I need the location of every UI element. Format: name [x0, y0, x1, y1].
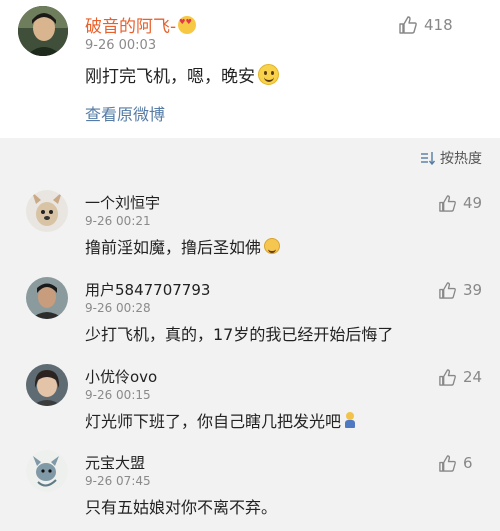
comment-like-count: 6	[463, 454, 473, 472]
comment-like-button[interactable]: 39	[438, 280, 482, 300]
weibo-comment-screen: 破音的阿飞- 9-26 00:03 418 刚打完飞机，嗯，晚安 查看原微博 按…	[0, 0, 500, 531]
commenter-name[interactable]: 元宝大盟	[85, 452, 145, 473]
post-like-count: 418	[424, 16, 453, 34]
thumbs-up-icon	[439, 194, 456, 212]
comment-text: 灯光师下班了，你自己瞎几把发光吧	[85, 408, 356, 432]
comment-like-button[interactable]: 24	[438, 367, 482, 387]
post-time: 9-26 00:03	[85, 38, 157, 53]
commenter-name[interactable]: 用户5847707793	[85, 279, 210, 300]
commenter-avatar[interactable]	[26, 364, 68, 406]
commenter-avatar[interactable]	[26, 450, 68, 492]
comment-like-count: 24	[463, 368, 483, 386]
comment-text: 只有五姑娘对你不离不弃。	[85, 494, 277, 518]
sort-icon	[421, 152, 436, 165]
thumbs-up-icon	[439, 368, 456, 386]
comment-like-count: 39	[463, 281, 483, 299]
post-like-button[interactable]: 418	[398, 14, 453, 36]
thumbs-up-icon	[439, 281, 456, 299]
comment-time: 9-26 00:21	[85, 214, 151, 228]
post-author-text: 破音的阿飞-	[85, 17, 177, 37]
grin-emoji-icon	[264, 238, 281, 254]
original-post: 破音的阿飞- 9-26 00:03 418 刚打完飞机，嗯，晚安 查看原微博	[0, 0, 500, 138]
view-original-link[interactable]: 查看原微博	[85, 101, 165, 125]
person-emoji-icon	[344, 412, 356, 428]
commenter-avatar[interactable]	[26, 190, 68, 232]
smile-emoji-icon	[258, 64, 279, 85]
comment-text: 撸前淫如魔，撸后圣如佛	[85, 234, 281, 258]
post-text-content: 刚打完飞机，嗯，晚安	[85, 67, 255, 87]
post-text: 刚打完飞机，嗯，晚安	[85, 62, 279, 87]
sort-by-hot-button[interactable]: 按热度	[420, 148, 482, 168]
post-author-name[interactable]: 破音的阿飞-	[85, 12, 197, 37]
post-author-avatar[interactable]	[18, 6, 68, 56]
commenter-name[interactable]: 小优伶ovo	[85, 366, 157, 387]
comment-text-content: 只有五姑娘对你不离不弃。	[85, 498, 278, 517]
comment-text: 少打飞机，真的，17岁的我已经开始后悔了	[85, 321, 393, 345]
comment-time: 9-26 00:28	[85, 301, 151, 315]
commenter-avatar[interactable]	[26, 277, 68, 319]
thumbs-up-icon	[399, 16, 417, 34]
comment-text-content: 少打飞机，真的，17岁的我已经开始后悔了	[85, 325, 394, 344]
comment-like-count: 49	[463, 194, 483, 212]
commenter-name[interactable]: 一个刘恒宇	[85, 192, 160, 213]
sort-label: 按热度	[440, 151, 482, 167]
comment-text-content: 撸前淫如魔，撸后圣如佛	[85, 238, 262, 257]
comment-time: 9-26 00:15	[85, 388, 151, 402]
comment-like-button[interactable]: 6	[438, 453, 473, 473]
comment-like-button[interactable]: 49	[438, 193, 482, 213]
heart-eyes-emoji-icon	[178, 16, 197, 34]
thumbs-up-icon	[439, 454, 456, 472]
comment-time: 9-26 07:45	[85, 474, 151, 488]
comment-text-content: 灯光师下班了，你自己瞎几把发光吧	[85, 412, 342, 431]
